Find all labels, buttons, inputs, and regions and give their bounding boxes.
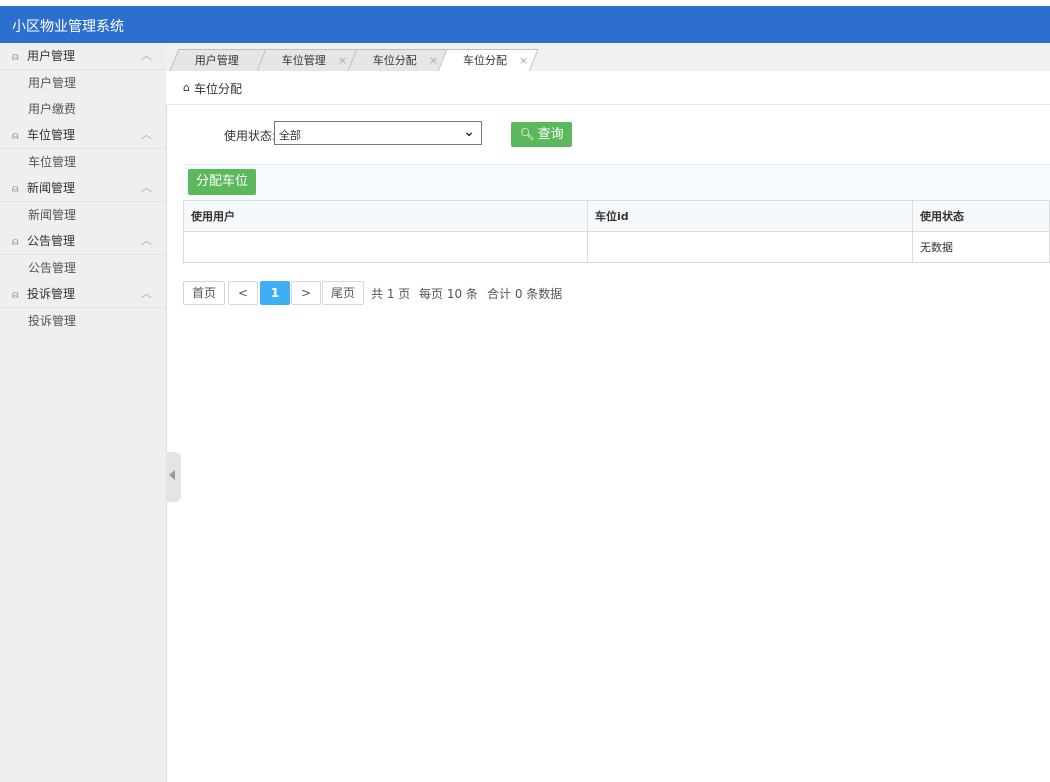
close-icon[interactable]: × — [338, 54, 347, 67]
table-header-row: 使用用户 车位id 使用状态 — [183, 200, 1050, 232]
home-icon: ⌂ — [183, 81, 190, 94]
bag-icon: ⍝ — [12, 50, 19, 63]
sidebar-group-label: 车位管理 — [27, 128, 76, 142]
tab-label: 车位管理 — [281, 54, 326, 67]
chevron-up-icon[interactable]: ︿ — [141, 122, 152, 148]
breadcrumb-current: 车位分配 — [194, 82, 243, 96]
table-toolbar — [183, 164, 1050, 201]
tab-parking-manage[interactable]: 车位管理 × — [256, 49, 358, 71]
bag-icon: ⍝ — [12, 235, 19, 248]
sidebar-group-label: 用户管理 — [27, 49, 76, 63]
sidebar-collapse-handle[interactable] — [166, 452, 181, 502]
sidebar: ⍝ 用户管理 ︿ 用户管理 用户缴费 ⍝ 车位管理 ︿ 车位管理 ⍝ 新闻管理 ︿ 新… — [0, 43, 167, 782]
page-1-button[interactable]: 1 — [260, 281, 290, 305]
tab-label: 用户管理 — [194, 54, 239, 67]
search-button[interactable]: 🔍︎ 查询 — [511, 122, 572, 147]
total-records-text: 合计 0 条数据 — [487, 287, 563, 301]
sidebar-group-parking[interactable]: ⍝ 车位管理 ︿ — [0, 122, 166, 149]
parking-assign-table: 使用用户 车位id 使用状态 无数据 — [183, 200, 1050, 263]
sidebar-group-news[interactable]: ⍝ 新闻管理 ︿ — [0, 175, 166, 202]
chevron-left-icon — [169, 470, 175, 480]
chevron-up-icon[interactable]: ︿ — [141, 175, 152, 201]
breadcrumb: ⌂ 车位分配 — [166, 71, 1050, 105]
table-cell — [183, 231, 588, 263]
close-icon[interactable]: × — [429, 54, 438, 67]
next-page-button[interactable]: > — [291, 281, 321, 305]
chevron-up-icon[interactable]: ︿ — [141, 228, 152, 254]
sidebar-item-news-manage[interactable]: 新闻管理 — [0, 202, 166, 228]
tab-label: 车位分配 — [463, 54, 507, 67]
search-button-label: 查询 — [537, 127, 564, 142]
column-header-user[interactable]: 使用用户 — [183, 200, 588, 232]
first-page-button[interactable]: 首页 — [183, 281, 225, 305]
bag-icon: ⍝ — [12, 129, 19, 142]
table-row: 无数据 — [183, 231, 1050, 263]
last-page-button[interactable]: 尾页 — [322, 281, 364, 305]
sidebar-item-user-payment[interactable]: 用户缴费 — [0, 96, 166, 122]
total-pages-text: 共 1 页 — [371, 287, 411, 301]
sidebar-item-notice-manage[interactable]: 公告管理 — [0, 255, 166, 281]
sidebar-group-notice[interactable]: ⍝ 公告管理 ︿ — [0, 228, 166, 255]
close-icon[interactable]: × — [519, 54, 528, 67]
prev-page-button[interactable]: < — [228, 281, 258, 305]
table-cell — [587, 231, 913, 263]
sidebar-item-complaint-manage[interactable]: 投诉管理 — [0, 308, 166, 334]
bag-icon: ⍝ — [12, 182, 19, 195]
status-select-value: 全部 — [279, 129, 301, 142]
chevron-up-icon[interactable]: ︿ — [141, 281, 152, 307]
per-page-text: 每页 10 条 — [419, 287, 478, 301]
sidebar-group-complaint[interactable]: ⍝ 投诉管理 ︿ — [0, 281, 166, 308]
column-header-spot-id[interactable]: 车位id — [587, 200, 913, 232]
tab-user-manage[interactable]: 用户管理 — [169, 49, 271, 71]
app-header: 小区物业管理系统 — [0, 6, 1050, 43]
sidebar-group-label: 公告管理 — [27, 234, 76, 248]
tab-parking-assign-active[interactable]: 车位分配 × — [437, 49, 539, 72]
tab-parking-assign[interactable]: 车位分配 × — [347, 49, 449, 71]
status-select[interactable]: 全部 ⌄ — [274, 121, 482, 145]
sidebar-group-user[interactable]: ⍝ 用户管理 ︿ — [0, 43, 166, 70]
sidebar-group-label: 投诉管理 — [27, 287, 76, 301]
search-icon: 🔍︎ — [519, 127, 535, 141]
sidebar-group-label: 新闻管理 — [27, 181, 76, 195]
status-filter-label: 使用状态: — [224, 129, 277, 143]
chevron-down-icon: ⌄ — [463, 124, 475, 140]
empty-message: 无数据 — [912, 231, 1050, 263]
sidebar-item-user-manage[interactable]: 用户管理 — [0, 70, 166, 96]
tab-label: 车位分配 — [372, 54, 417, 67]
app-title: 小区物业管理系统 — [12, 19, 124, 35]
sidebar-item-parking-manage[interactable]: 车位管理 — [0, 149, 166, 175]
bag-icon: ⍝ — [12, 288, 19, 301]
tab-bar: 用户管理 车位管理 × 车位分配 × 车位分配 × — [166, 43, 1050, 72]
assign-parking-button[interactable]: 分配车位 — [188, 169, 256, 195]
chevron-up-icon[interactable]: ︿ — [141, 43, 152, 69]
column-header-status[interactable]: 使用状态 — [912, 200, 1050, 232]
